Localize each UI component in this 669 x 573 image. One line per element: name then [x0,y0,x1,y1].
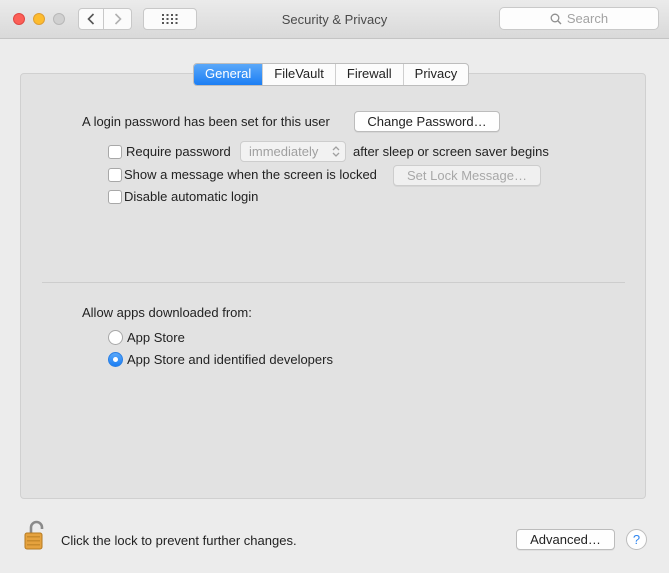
require-password-delay-select[interactable]: immediately [240,141,346,162]
lock-status-text: Click the lock to prevent further change… [61,533,297,548]
tab-filevault[interactable]: FileVault [262,64,335,85]
radio-app-store[interactable] [108,330,123,345]
title-bar: Security & Privacy Search [0,0,669,39]
app-store-identified-label: App Store and identified developers [127,352,333,367]
section-divider [42,282,625,283]
updown-arrows-icon [332,146,340,157]
disable-auto-login-label: Disable automatic login [124,189,259,204]
tab-privacy[interactable]: Privacy [402,64,469,85]
tab-firewall[interactable]: Firewall [334,64,403,85]
help-button[interactable]: ? [626,529,647,550]
lock-icon[interactable] [23,519,49,551]
require-password-suffix: after sleep or screen saver begins [353,144,549,159]
login-password-text: A login password has been set for this u… [82,114,330,129]
show-message-label: Show a message when the screen is locked [124,167,377,182]
radio-app-store-identified[interactable] [108,352,123,367]
app-store-label: App Store [127,330,185,345]
tab-general[interactable]: General [194,64,263,85]
set-lock-message-button[interactable]: Set Lock Message… [393,165,541,186]
security-privacy-window: Security & Privacy Search General FileVa… [0,0,669,573]
show-message-checkbox[interactable] [108,168,122,182]
require-password-checkbox[interactable] [108,145,122,159]
general-panel [20,73,646,499]
search-placeholder: Search [566,11,609,26]
require-password-delay-value: immediately [249,144,319,159]
advanced-button[interactable]: Advanced… [516,529,615,550]
search-icon [550,13,562,25]
change-password-button[interactable]: Change Password… [354,111,500,132]
require-password-label: Require password [126,144,231,159]
disable-auto-login-checkbox[interactable] [108,190,122,204]
allow-apps-heading: Allow apps downloaded from: [82,305,252,320]
tab-bar: General FileVault Firewall Privacy [193,63,470,86]
search-field[interactable]: Search [499,7,659,30]
